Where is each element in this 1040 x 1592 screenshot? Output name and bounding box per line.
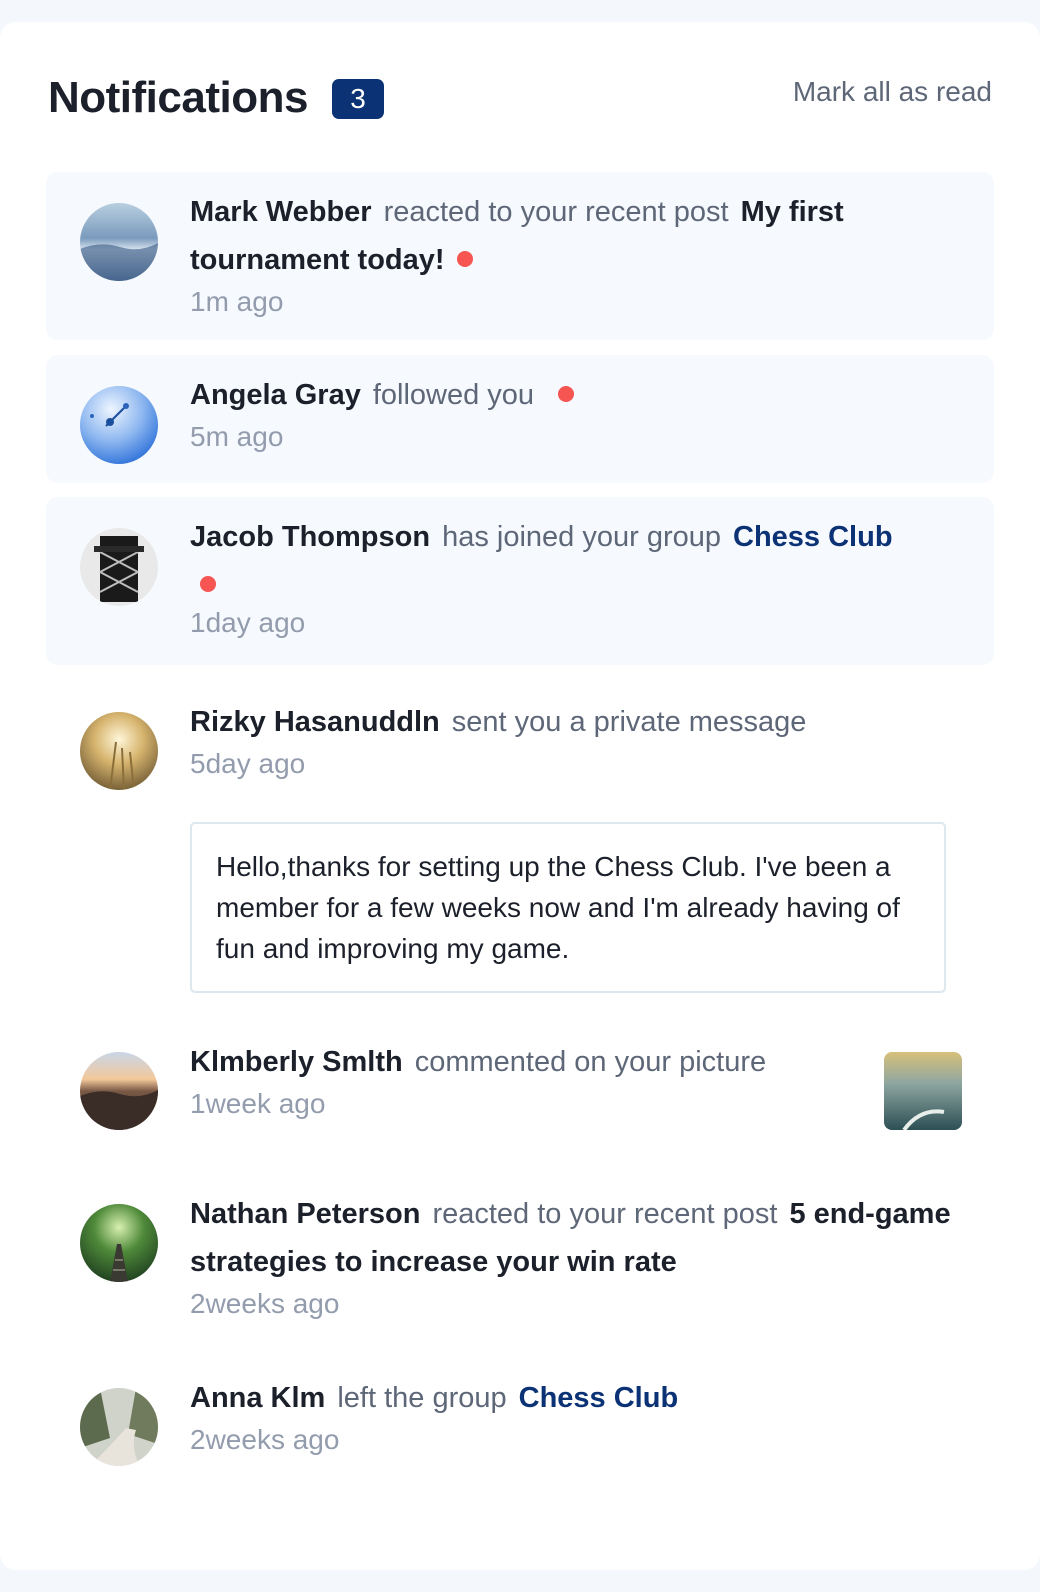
group-link[interactable]: Chess Club [733, 521, 893, 553]
notification-item[interactable]: Klmberly Smlth commented on your picture … [46, 1022, 994, 1154]
notification-item[interactable]: Rizky Hasanuddln sent you a private messa… [46, 682, 994, 1002]
notification-text: Nathan Peterson reacted to your recent po… [190, 1190, 962, 1286]
notification-text: Rizky Hasanuddln sent you a private messa… [190, 698, 962, 746]
notification-text: Mark Webber reacted to your recent post My… [190, 188, 962, 284]
notification-content: Nathan Peterson reacted to your recent po… [190, 1190, 962, 1322]
notification-time: 5day ago [190, 748, 306, 779]
unread-dot-icon [558, 386, 575, 403]
notification-time: 1day ago [190, 607, 306, 638]
notifications-card: Notifications 3 Mark all as read Mark We… [0, 22, 1040, 1570]
avatar-photo-tower-icon[interactable] [80, 528, 158, 606]
notification-content: Anna Klm left the group Chess Club 2weeks … [190, 1374, 962, 1458]
page-title: Notifications [48, 73, 308, 122]
notification-time: 1week ago [190, 1088, 326, 1119]
notification-text: Anna Klm left the group Chess Club [190, 1374, 962, 1422]
avatar-photo-field-icon[interactable] [80, 712, 158, 790]
notification-content: Klmberly Smlth commented on your picture … [190, 1038, 854, 1122]
notification-item[interactable]: Mark Webber reacted to your recent post My… [46, 172, 994, 340]
notification-content: Mark Webber reacted to your recent post My… [190, 188, 962, 320]
mark-all-as-read-link[interactable]: Mark all as read [793, 72, 992, 112]
notification-content: Jacob Thompson has joined your group Chess… [190, 513, 962, 641]
notification-action: sent you a private message [451, 706, 807, 738]
group-link[interactable]: Chess Club [519, 1382, 679, 1414]
notification-item[interactable]: Jacob Thompson has joined your group Chess… [46, 497, 994, 665]
notification-action: has joined your group [442, 521, 721, 553]
user-name[interactable]: Rizky Hasanuddln [190, 706, 440, 738]
notification-content: Rizky Hasanuddln sent you a private messa… [190, 698, 962, 782]
notification-item[interactable]: Angela Gray followed you 5m ago [46, 355, 994, 483]
notification-text: Klmberly Smlth commented on your picture [190, 1038, 854, 1086]
notifications-header: Notifications 3 Mark all as read [48, 72, 992, 124]
avatar-photo-path-icon[interactable] [80, 1388, 158, 1466]
notification-action: reacted to your recent post [432, 1198, 778, 1230]
notification-text: Jacob Thompson has joined your group Chess… [190, 513, 962, 561]
notification-action: followed you [372, 379, 535, 411]
avatar-photo-forest-icon[interactable] [80, 1204, 158, 1282]
user-name[interactable]: Angela Gray [190, 379, 361, 411]
notification-text: Angela Gray followed you [190, 371, 962, 419]
notification-item[interactable]: Nathan Peterson reacted to your recent po… [46, 1174, 994, 1334]
notification-time: 1m ago [190, 286, 284, 317]
unread-dot-icon [456, 251, 473, 268]
user-name[interactable]: Anna Klm [190, 1382, 325, 1414]
avatar-photo-sky-icon[interactable] [80, 203, 158, 281]
user-name[interactable]: Mark Webber [190, 196, 372, 228]
notification-item[interactable]: Anna Klm left the group Chess Club 2weeks … [46, 1358, 994, 1488]
notification-action: left the group [337, 1382, 507, 1414]
unread-dot-icon [200, 576, 216, 593]
notification-content: Angela Gray followed you 5m ago [190, 371, 962, 455]
notification-action: reacted to your recent post [383, 196, 729, 228]
user-name[interactable]: Jacob Thompson [190, 521, 430, 553]
private-message-preview[interactable]: Hello,thanks for setting up the Chess Cl… [190, 822, 946, 993]
user-name[interactable]: Nathan Peterson [190, 1198, 420, 1230]
avatar-photo-blue-icon[interactable] [80, 386, 158, 464]
notification-time: 2weeks ago [190, 1424, 340, 1455]
notification-action: commented on your picture [414, 1046, 767, 1078]
user-name[interactable]: Klmberly Smlth [190, 1046, 403, 1078]
unread-count-badge: 3 [332, 79, 384, 119]
avatar-photo-sunset-icon[interactable] [80, 1052, 158, 1130]
notification-time: 5m ago [190, 421, 284, 452]
unread-dot-row [190, 561, 962, 605]
commented-picture-thumbnail-icon[interactable] [884, 1052, 962, 1130]
notification-time: 2weeks ago [190, 1288, 340, 1319]
